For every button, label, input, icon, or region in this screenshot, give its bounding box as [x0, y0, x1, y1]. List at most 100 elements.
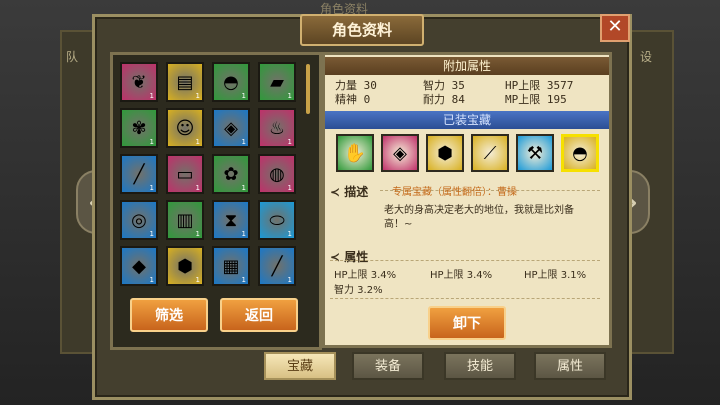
- properties-divider-top: [330, 260, 600, 261]
- property-item: HP上限 3.1%: [524, 270, 587, 281]
- slot-count: 1: [287, 276, 292, 284]
- red-cloth-icon: ◈: [393, 142, 407, 164]
- treasure-name: 专属宝藏（属性翻倍）：曹操: [392, 187, 517, 198]
- treasure-slot[interactable]: ⬢ 1: [166, 246, 204, 286]
- tab-equipment[interactable]: 装备: [352, 352, 424, 380]
- slot-count: 1: [241, 276, 246, 284]
- turtle-icon: ⬢: [437, 142, 453, 164]
- slot-count: 1: [195, 184, 200, 192]
- tab-attributes[interactable]: 属性: [534, 352, 606, 380]
- unequip-button[interactable]: 卸下: [428, 306, 506, 340]
- treasure-info-panel: 附加属性 力量 30 智力 35 HP上限 3577 精神 0 耐力 84 MP…: [322, 52, 612, 348]
- slot-count: 1: [195, 92, 200, 100]
- treasure-slot[interactable]: ☺ 1: [166, 108, 204, 148]
- slot-count: 1: [195, 138, 200, 146]
- hourglass-icon: ⧗: [224, 209, 238, 231]
- slot-count: 1: [287, 184, 292, 192]
- treasure-slot[interactable]: ✾ 1: [120, 108, 158, 148]
- equipped-treasure-slot[interactable]: ◓: [561, 134, 599, 172]
- book-icon: ▤: [176, 71, 194, 93]
- treasure-slot[interactable]: ▰ 1: [258, 62, 296, 102]
- treasure-description: 老大的身高决定老大的地位，我就是比刘备高！~: [384, 205, 574, 230]
- stat-spirit: 精神 0: [335, 93, 371, 106]
- treasure-slot[interactable]: ♨ 1: [258, 108, 296, 148]
- properties-title: ≺ 属性: [330, 250, 369, 264]
- rabbit-icon: ✿: [223, 163, 239, 185]
- slot-count: 1: [241, 230, 246, 238]
- red-cloth-icon: ◈: [224, 117, 238, 139]
- slot-count: 1: [241, 138, 246, 146]
- slot-count: 1: [149, 184, 154, 192]
- slot-count: 1: [287, 92, 292, 100]
- property-item: HP上限 3.4%: [334, 270, 397, 281]
- back-button[interactable]: 返回: [220, 298, 298, 332]
- description-title: ≺ 描述: [330, 185, 369, 199]
- pig-icon: ♨: [268, 117, 286, 139]
- shell-icon: ◍: [269, 163, 285, 185]
- treasure-slot[interactable]: ╱ 1: [258, 246, 296, 286]
- equipped-treasure-slot[interactable]: ✋: [336, 134, 374, 172]
- wrench-icon: ⚒: [526, 142, 544, 164]
- equipped-treasure-slot[interactable]: ⟋: [471, 134, 509, 172]
- background-tag-right: 设: [640, 50, 653, 64]
- slot-count: 1: [149, 230, 154, 238]
- filter-button[interactable]: 筛选: [130, 298, 208, 332]
- treasure-slot[interactable]: ◆ 1: [120, 246, 158, 286]
- treasure-slot[interactable]: ▦ 1: [212, 246, 250, 286]
- treasure-slot[interactable]: ✿ 1: [212, 154, 250, 194]
- slot-count: 1: [287, 230, 292, 238]
- slot-count: 1: [195, 276, 200, 284]
- treasure-slot[interactable]: ▭ 1: [166, 154, 204, 194]
- treasure-slot[interactable]: ▤ 1: [166, 62, 204, 102]
- branch-icon: ⟋: [483, 142, 497, 164]
- equipped-treasure-slot[interactable]: ⚒: [516, 134, 554, 172]
- property-item: HP上限 3.4%: [430, 270, 493, 281]
- slot-count: 1: [149, 276, 154, 284]
- stick-icon: ╱: [133, 163, 145, 185]
- gold-bar-icon: ⬭: [269, 209, 285, 231]
- slot-count: 1: [241, 184, 246, 192]
- treasure-slot[interactable]: ◓ 1: [212, 62, 250, 102]
- hat-icon: ◓: [223, 71, 239, 93]
- treasure-slot[interactable]: ╱ 1: [120, 154, 158, 194]
- equipped-treasure-slot[interactable]: ◈: [381, 134, 419, 172]
- background-tag-left: 队: [66, 50, 79, 64]
- cage-icon: ▦: [222, 255, 240, 277]
- hand-icon: ✋: [343, 142, 367, 164]
- slot-count: 1: [287, 138, 292, 146]
- coral-icon: ✾: [131, 117, 147, 139]
- dialog-title: 角色资料: [300, 14, 424, 46]
- close-icon: ✕: [607, 16, 623, 37]
- treasure-slot[interactable]: ◍ 1: [258, 154, 296, 194]
- equipped-treasure-slot[interactable]: ⬢: [426, 134, 464, 172]
- slot-count: 1: [195, 230, 200, 238]
- tab-treasure[interactable]: 宝藏: [264, 352, 336, 380]
- stat-endurance: 耐力 84: [423, 93, 465, 106]
- tab-skills[interactable]: 技能: [444, 352, 516, 380]
- close-button[interactable]: ✕: [600, 14, 630, 42]
- gem-icon: ◆: [132, 255, 146, 277]
- ring-icon: ◎: [131, 209, 147, 231]
- property-item: 智力 3.2%: [334, 285, 383, 296]
- equipped-header: 已装宝藏: [325, 111, 609, 129]
- slot-count: 1: [241, 92, 246, 100]
- attributes-header: 附加属性: [325, 57, 609, 75]
- red-brick-icon: ▰: [270, 71, 284, 93]
- treasure-slot[interactable]: ⬭ 1: [258, 200, 296, 240]
- slot-count: 1: [149, 92, 154, 100]
- turtle-icon: ⬢: [177, 255, 193, 277]
- blue-cloth-icon: ▭: [176, 163, 194, 185]
- treasure-slot[interactable]: ▥ 1: [166, 200, 204, 240]
- scroll-icon: ▥: [176, 209, 194, 231]
- treasure-slot[interactable]: ⧗ 1: [212, 200, 250, 240]
- treasure-slot[interactable]: ◎ 1: [120, 200, 158, 240]
- treasure-slot[interactable]: ◈ 1: [212, 108, 250, 148]
- green-leaf-icon: ❦: [131, 71, 147, 93]
- grid-scrollbar[interactable]: [306, 64, 310, 114]
- slot-count: 1: [149, 138, 154, 146]
- stick-icon: ╱: [271, 255, 283, 277]
- treasure-slot[interactable]: ❦ 1: [120, 62, 158, 102]
- doll-icon: ☺: [175, 117, 195, 139]
- red-hat-icon: ◓: [572, 142, 588, 164]
- stat-mp-max: MP上限 195: [505, 93, 567, 106]
